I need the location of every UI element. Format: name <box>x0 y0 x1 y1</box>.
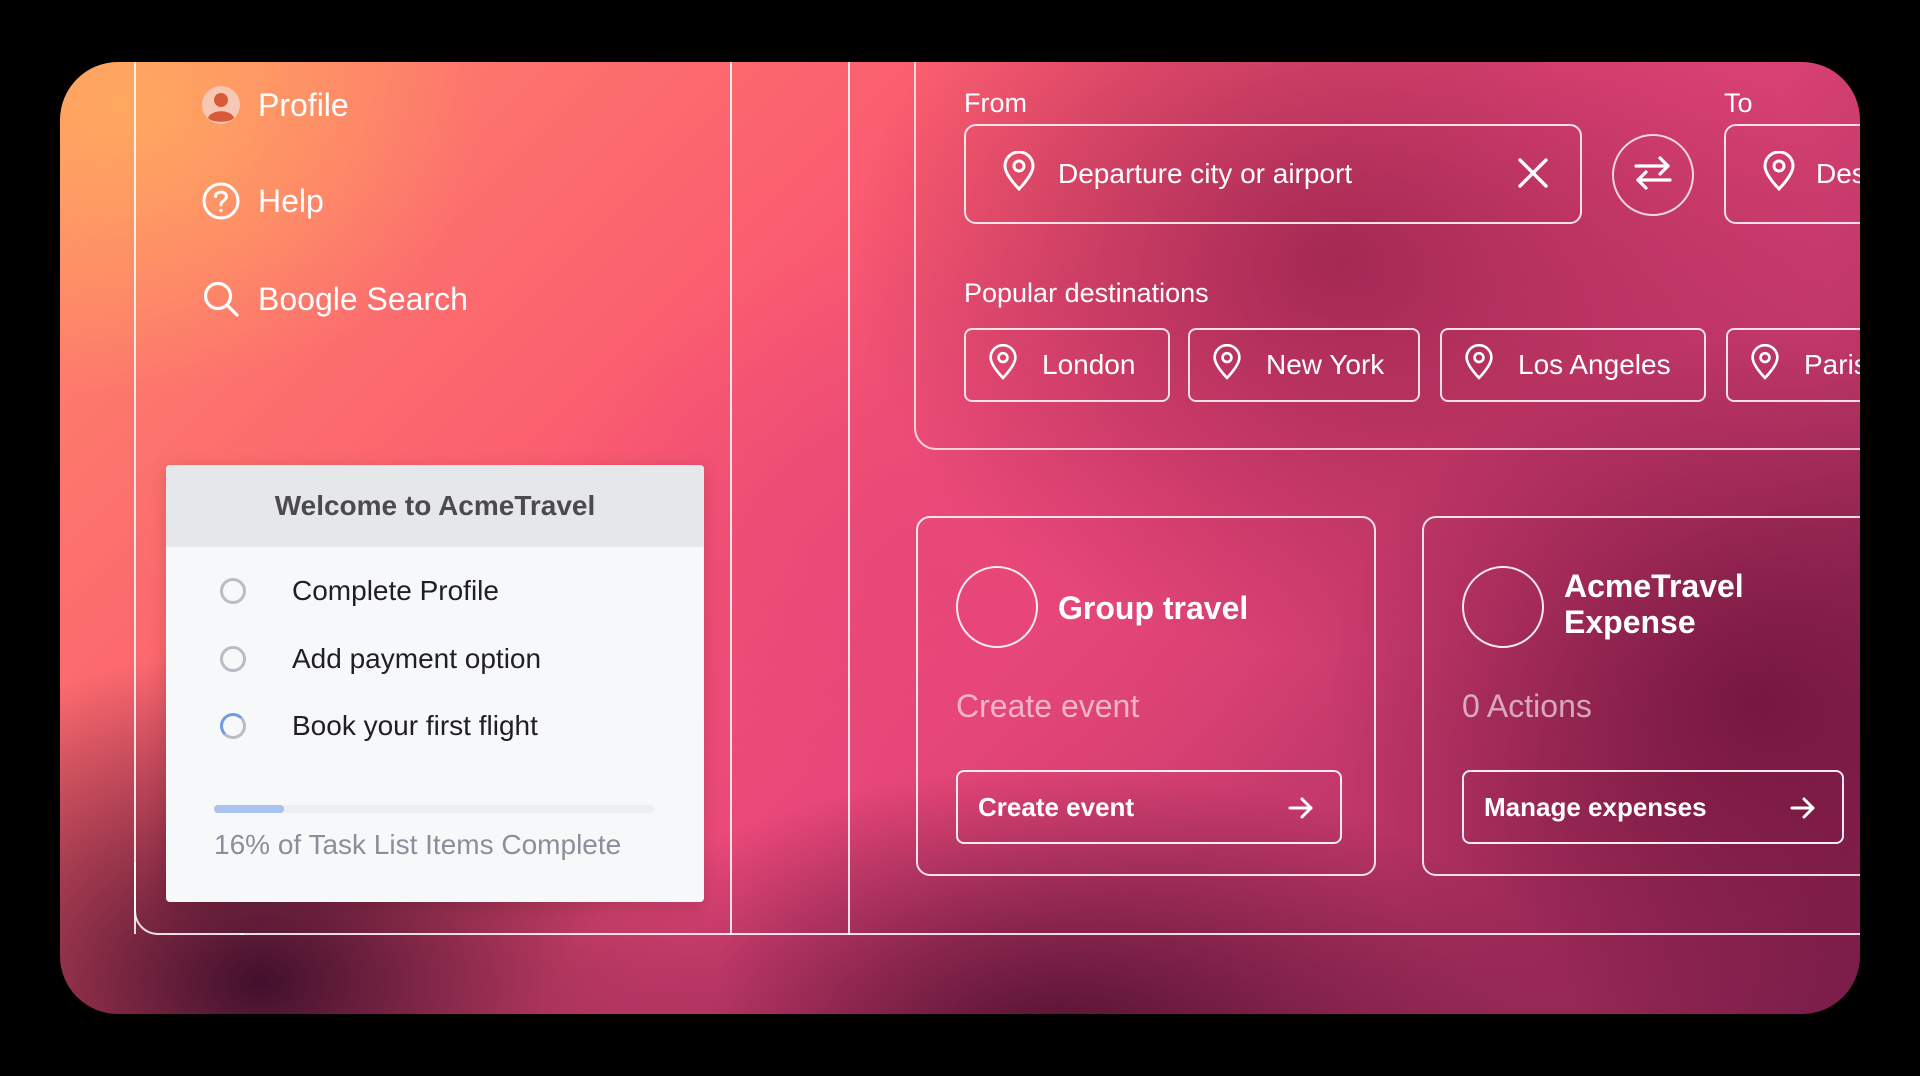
destination-chip-label: New York <box>1266 349 1385 380</box>
task-item-book-flight[interactable]: Book your first flight <box>220 710 538 742</box>
card-title-line: AcmeTravel <box>1564 568 1744 604</box>
task-progress-text: 16% of Task List Items Complete <box>214 829 622 860</box>
popular-destinations-label: Popular destinations <box>964 278 1209 308</box>
task-item-add-payment[interactable]: Add payment option <box>220 643 541 675</box>
destination-chip-los-angeles[interactable]: Los Angeles <box>1440 328 1706 402</box>
card-subtitle: Create event <box>956 688 1140 724</box>
location-pin-icon <box>1464 343 1494 387</box>
sidebar-item-help[interactable]: Help <box>200 180 324 222</box>
onboarding-card: Welcome to AcmeTravel Complete Profile A… <box>166 465 704 902</box>
avatar-icon <box>200 84 242 126</box>
task-progress-bar <box>214 805 654 813</box>
sidebar-item-label: Profile <box>258 86 349 123</box>
to-input[interactable]: Destination city or airport <box>1724 124 1860 224</box>
swap-arrows-icon <box>1632 155 1674 196</box>
to-input-placeholder: Destination city or airport <box>1816 158 1860 189</box>
sidebar-item-label: Boogle Search <box>258 280 468 317</box>
sidebar-border <box>134 62 136 934</box>
frame-bottom-border <box>240 933 1860 935</box>
location-pin-icon <box>1750 343 1780 387</box>
card-subtitle: 0 Actions <box>1462 688 1592 724</box>
expense-icon <box>1462 566 1544 648</box>
column-divider <box>848 62 850 935</box>
location-pin-icon <box>1762 150 1796 198</box>
expense-card: AcmeTravel Expense 0 Actions Manage expe… <box>1422 516 1860 876</box>
sidebar-item-search[interactable]: Boogle Search <box>200 278 468 320</box>
group-travel-icon <box>956 566 1038 648</box>
onboarding-title: Welcome to AcmeTravel <box>166 465 704 547</box>
column-divider <box>730 62 732 935</box>
button-label: Manage expenses <box>1484 791 1707 822</box>
destination-chip-paris[interactable]: Paris <box>1726 328 1860 402</box>
arrow-right-icon <box>1288 796 1314 827</box>
location-pin-icon <box>1212 343 1242 387</box>
task-label: Complete Profile <box>292 575 499 606</box>
to-label: To <box>1724 88 1753 118</box>
card-title-line: Expense <box>1564 604 1696 640</box>
swap-locations-button[interactable] <box>1612 134 1694 216</box>
group-travel-card: Group travel Create event Create event <box>916 516 1376 876</box>
search-icon <box>200 278 242 320</box>
from-label: From <box>964 88 1027 118</box>
card-title: Group travel <box>1058 590 1249 626</box>
location-pin-icon <box>988 343 1018 387</box>
destination-chip-label: London <box>1042 349 1136 380</box>
task-label: Add payment option <box>292 643 542 674</box>
destination-chip-london[interactable]: London <box>964 328 1170 402</box>
app-canvas: Profile Help Boogle Search Welcome to Ac… <box>60 62 1860 1014</box>
task-radio[interactable] <box>220 578 246 604</box>
task-radio-in-progress[interactable] <box>220 713 246 739</box>
destination-chip-label: Los Angeles <box>1518 349 1671 380</box>
task-label: Book your first flight <box>292 710 538 741</box>
from-input-placeholder: Departure city or airport <box>1058 158 1353 189</box>
task-radio[interactable] <box>220 646 246 672</box>
task-progress-fill <box>214 805 285 813</box>
sidebar-item-label: Help <box>258 182 324 219</box>
task-item-complete-profile[interactable]: Complete Profile <box>220 575 499 607</box>
arrow-right-icon <box>1790 796 1816 827</box>
manage-expenses-button[interactable]: Manage expenses <box>1462 770 1844 844</box>
help-icon <box>200 180 242 222</box>
create-event-button[interactable]: Create event <box>956 770 1342 844</box>
clear-icon[interactable] <box>1516 156 1550 197</box>
card-title: AcmeTravel Expense <box>1564 568 1744 640</box>
destination-chip-new-york[interactable]: New York <box>1188 328 1420 402</box>
button-label: Create event <box>978 791 1135 822</box>
from-input[interactable]: Departure city or airport <box>964 124 1582 224</box>
destination-chip-label: Paris <box>1804 349 1860 380</box>
location-pin-icon <box>1002 150 1036 198</box>
sidebar-item-profile[interactable]: Profile <box>200 84 349 126</box>
